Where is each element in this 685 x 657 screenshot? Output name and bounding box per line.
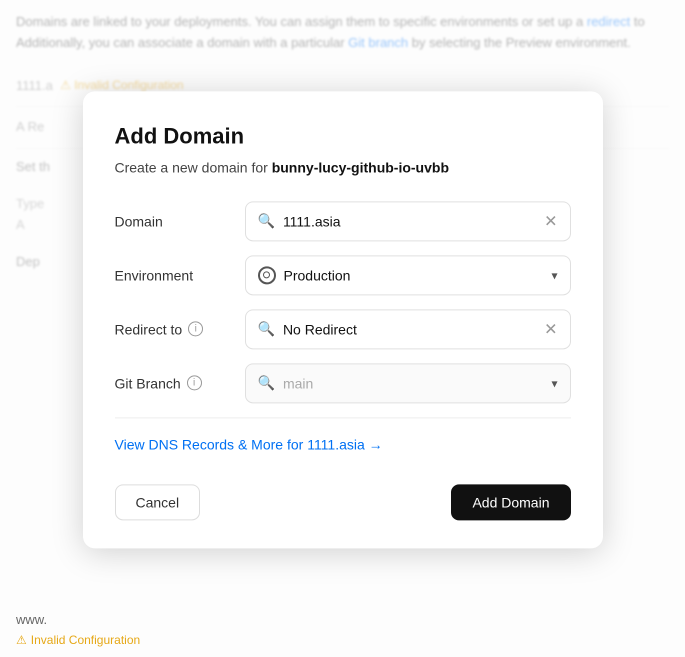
bg-bottom-invalid-badge: ⚠ Invalid Configuration	[16, 633, 140, 647]
git-branch-chevron-icon: ▾	[551, 376, 557, 390]
environment-chevron-icon: ▾	[551, 268, 557, 282]
view-dns-link[interactable]: View DNS Records & More for 1111.asia →	[115, 436, 383, 452]
modal-footer: Cancel Add Domain	[115, 480, 571, 520]
environment-row: Environment Production ▾	[115, 255, 571, 295]
modal-title: Add Domain	[115, 123, 571, 149]
redirect-value: No Redirect	[283, 321, 536, 337]
redirect-clear-icon[interactable]: ✕	[544, 319, 557, 339]
domain-field[interactable]: 🔍 1111.asia ✕	[245, 201, 571, 241]
environment-value: Production	[284, 267, 544, 283]
redirect-search-icon: 🔍	[258, 320, 275, 337]
environment-label: Environment	[115, 267, 245, 283]
git-branch-info-icon[interactable]: i	[187, 375, 202, 390]
redirect-label: Redirect to i	[115, 321, 245, 337]
subtitle-prefix: Create a new domain for	[115, 159, 272, 175]
environment-field[interactable]: Production ▾	[245, 255, 571, 295]
domain-clear-icon[interactable]: ✕	[544, 211, 557, 231]
form-divider	[115, 417, 571, 418]
bg-bottom-badge: ⚠ Invalid Configuration	[16, 631, 140, 647]
redirect-info-icon[interactable]: i	[188, 321, 203, 336]
add-domain-modal: Add Domain Create a new domain for bunny…	[83, 91, 603, 548]
redirect-field[interactable]: 🔍 No Redirect ✕	[245, 309, 571, 349]
modal-subtitle: Create a new domain for bunny-lucy-githu…	[115, 159, 571, 175]
redirect-row: Redirect to i 🔍 No Redirect ✕	[115, 309, 571, 349]
git-branch-field[interactable]: 🔍 main ▾	[245, 363, 571, 403]
bg-bottom-text: www.	[16, 612, 47, 627]
domain-label: Domain	[115, 213, 245, 229]
git-branch-label: Git Branch i	[115, 375, 245, 391]
git-branch-placeholder: main	[283, 375, 544, 391]
add-domain-button[interactable]: Add Domain	[451, 484, 570, 520]
git-branch-search-icon: 🔍	[258, 374, 275, 391]
cancel-button[interactable]: Cancel	[115, 484, 201, 520]
domain-value: 1111.asia	[283, 213, 536, 229]
git-branch-row: Git Branch i 🔍 main ▾	[115, 363, 571, 403]
project-name: bunny-lucy-github-io-uvbb	[272, 159, 449, 175]
domain-row: Domain 🔍 1111.asia ✕	[115, 201, 571, 241]
environment-icon	[258, 266, 276, 284]
domain-search-icon: 🔍	[258, 212, 275, 229]
